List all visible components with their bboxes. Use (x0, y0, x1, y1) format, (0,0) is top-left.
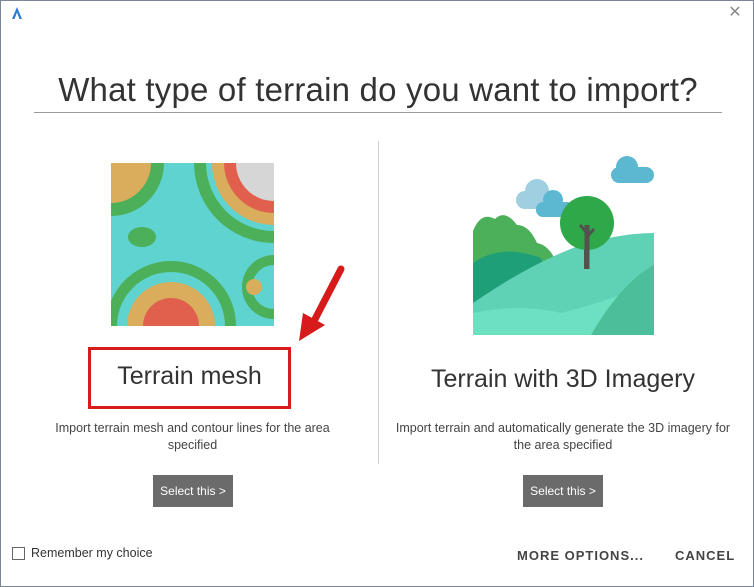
option-description-terrain-mesh: Import terrain mesh and contour lines fo… (55, 421, 330, 452)
red-arrow-icon (299, 265, 345, 341)
option-divider (378, 141, 379, 464)
remember-choice[interactable]: Remember my choice (12, 546, 153, 560)
cancel-button[interactable]: CANCEL (675, 548, 735, 563)
more-options-button[interactable]: MORE OPTIONS... (517, 548, 644, 563)
dialog-window: ✕ What type of terrain do you want to im… (0, 0, 754, 587)
title-divider (34, 112, 722, 113)
autodesk-a-icon (12, 7, 22, 19)
option-description-terrain-3d-imagery: Import terrain and automatically generat… (395, 421, 731, 452)
close-icon[interactable]: ✕ (727, 5, 743, 21)
dialog-title: What type of terrain do you want to impo… (58, 71, 698, 108)
remember-choice-label: Remember my choice (31, 546, 153, 560)
terrain-mesh-illustration[interactable] (111, 163, 274, 326)
remember-choice-checkbox[interactable] (12, 546, 25, 560)
landscape-illustration[interactable] (471, 153, 656, 335)
option-title-terrain-mesh[interactable]: Terrain mesh (88, 362, 291, 391)
option-title-terrain-3d-imagery[interactable]: Terrain with 3D Imagery (393, 365, 733, 394)
select-terrain-3d-imagery-button[interactable]: Select this > (523, 475, 603, 507)
select-terrain-mesh-button[interactable]: Select this > (153, 475, 233, 507)
